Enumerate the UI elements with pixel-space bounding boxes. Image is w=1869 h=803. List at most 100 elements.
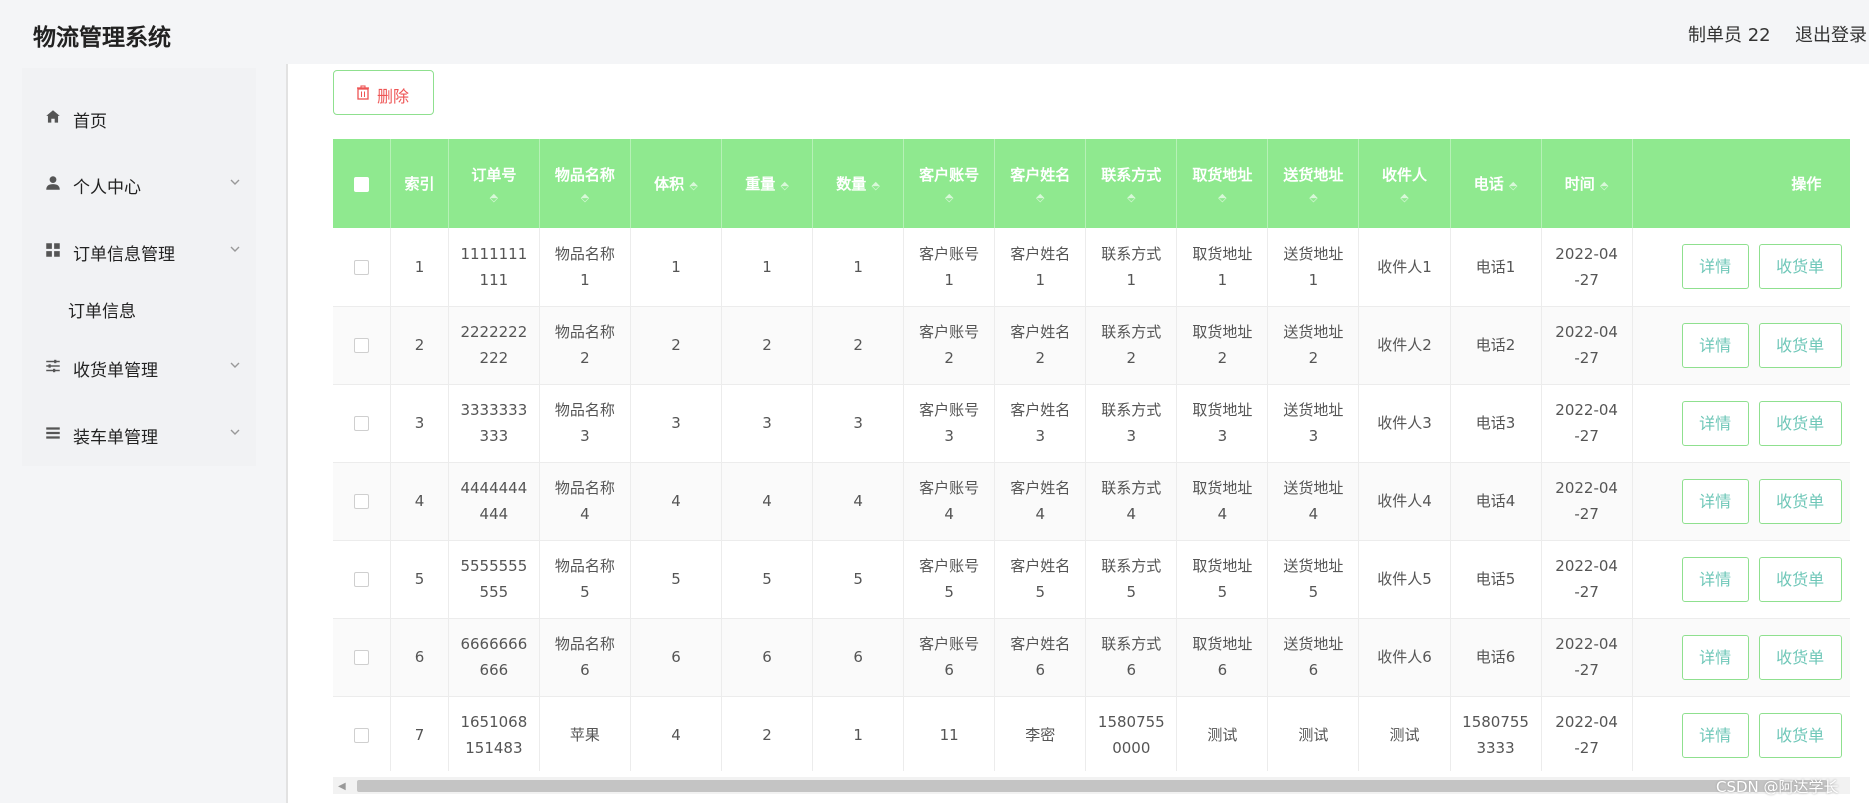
row-checkbox[interactable] bbox=[354, 572, 370, 587]
sort-icon[interactable]: ⬘ bbox=[904, 191, 994, 204]
sidebar-item-receipt-management[interactable]: 收货单管理 bbox=[22, 342, 256, 392]
cell-phone: 电话3 bbox=[1450, 384, 1542, 463]
delete-button[interactable]: 删除 bbox=[333, 70, 434, 115]
column-header[interactable]: 送货地址 ⬘ bbox=[1267, 139, 1360, 228]
receipt-button[interactable]: 收货单 bbox=[1758, 712, 1842, 758]
cell-text-line: 5 bbox=[944, 583, 954, 601]
sort-icon[interactable]: ⬘ bbox=[540, 191, 630, 204]
column-header[interactable]: 重量 ⬘ bbox=[721, 139, 814, 228]
row-select-cell bbox=[333, 618, 392, 697]
row-checkbox[interactable] bbox=[354, 259, 370, 275]
detail-button[interactable]: 详情 bbox=[1681, 712, 1749, 758]
receipt-button[interactable]: 收货单 bbox=[1758, 478, 1842, 524]
sort-icon[interactable]: ⬘ bbox=[1268, 191, 1358, 204]
table-row: 5 5555555 555 物品名称 5 5 5 5 客户账号 5 客户姓名 5 联系方式 5 取货地址 5 送… bbox=[333, 540, 1850, 619]
column-header[interactable]: 收件人 ⬘ bbox=[1358, 139, 1451, 228]
sort-icon[interactable]: ⬘ bbox=[872, 179, 880, 192]
receipt-button[interactable]: 收货单 bbox=[1758, 322, 1842, 368]
sidebar-item-personal-center[interactable]: 个人中心 bbox=[22, 159, 256, 209]
cell-text-line: 2 bbox=[1126, 349, 1137, 367]
sort-icon[interactable]: ⬘ bbox=[1359, 191, 1449, 204]
cell-text-line: 444 bbox=[479, 505, 509, 523]
sidebar-item-home[interactable]: 首页 bbox=[22, 93, 256, 143]
column-header[interactable]: 物品名称 ⬘ bbox=[539, 139, 631, 228]
row-checkbox[interactable] bbox=[354, 650, 370, 665]
cell-text-line: 4 bbox=[580, 505, 590, 523]
cell-volume: 3 bbox=[630, 384, 723, 463]
table-row: 3 3333333 333 物品名称 3 3 3 3 客户账号 3 客户姓名 3 联系方式 3 取货地址 3 送… bbox=[333, 384, 1850, 463]
logout-link[interactable]: 退出登录 bbox=[1795, 21, 1867, 47]
column-header[interactable]: 客户账号 ⬘ bbox=[903, 139, 996, 228]
column-header[interactable]: 取货地址 ⬘ bbox=[1176, 139, 1269, 228]
cell-text-line: 1 bbox=[1217, 270, 1228, 289]
sort-icon[interactable]: ⬘ bbox=[689, 179, 697, 192]
cell-index: 3 bbox=[390, 384, 449, 463]
delete-button-label: 删除 bbox=[377, 87, 410, 106]
cell-contact: 联系方式 3 bbox=[1085, 384, 1178, 463]
sort-icon[interactable]: ⬘ bbox=[780, 179, 788, 192]
cell-text-line: 2022-04 bbox=[1555, 244, 1618, 263]
home-icon bbox=[46, 110, 60, 123]
receipt-button[interactable]: 收货单 bbox=[1758, 244, 1842, 290]
column-header[interactable]: 时间 ⬘ bbox=[1541, 139, 1633, 228]
receipt-button[interactable]: 收货单 bbox=[1758, 634, 1842, 680]
cell-customer: 客户姓名 4 bbox=[994, 462, 1087, 541]
cell-text-line: 客户姓名 bbox=[1010, 401, 1071, 419]
horizontal-scrollbar[interactable]: ◀ bbox=[333, 777, 1850, 794]
detail-button[interactable]: 详情 bbox=[1681, 244, 1749, 290]
cell-pickup: 测试 bbox=[1176, 696, 1269, 771]
cell-pickup: 取货地址 1 bbox=[1176, 228, 1269, 307]
sort-icon[interactable]: ⬘ bbox=[1509, 179, 1517, 192]
row-checkbox[interactable] bbox=[354, 416, 370, 431]
receipt-button[interactable]: 收货单 bbox=[1758, 400, 1842, 446]
sidebar-item-label: 首页 bbox=[73, 112, 107, 132]
cell-order-no: 4444444 444 bbox=[448, 462, 540, 541]
cell-quantity: 3 bbox=[812, 384, 905, 463]
cell-text-line: 1651068 bbox=[460, 713, 528, 731]
select-all-checkbox[interactable] bbox=[354, 176, 370, 192]
cell-text-line: 3 bbox=[1217, 427, 1228, 445]
cell-text-line: -27 bbox=[1574, 583, 1599, 601]
sort-icon[interactable]: ⬘ bbox=[449, 191, 539, 204]
cell-text-line: 苹果 bbox=[569, 726, 600, 744]
row-checkbox[interactable] bbox=[354, 494, 370, 509]
scroll-left-arrow-icon[interactable]: ◀ bbox=[338, 781, 346, 792]
row-checkbox[interactable] bbox=[354, 338, 370, 353]
cell-phone: 电话4 bbox=[1450, 462, 1542, 541]
column-header[interactable]: 联系方式 ⬘ bbox=[1085, 139, 1178, 228]
detail-button[interactable]: 详情 bbox=[1681, 478, 1749, 524]
cell-item-name: 苹果 bbox=[539, 696, 631, 771]
column-header[interactable]: 数量 ⬘ bbox=[812, 139, 905, 228]
column-header[interactable]: 索引 bbox=[390, 139, 449, 228]
column-header[interactable]: 体积 ⬘ bbox=[630, 139, 723, 228]
detail-button[interactable]: 详情 bbox=[1681, 400, 1749, 446]
cell-delivery: 送货地址 3 bbox=[1267, 384, 1360, 463]
cell-text-line: 4 bbox=[1308, 505, 1319, 523]
cell-weight: 6 bbox=[721, 618, 814, 697]
column-header[interactable]: 订单号 ⬘ bbox=[448, 139, 540, 228]
receipt-button[interactable]: 收货单 bbox=[1758, 556, 1842, 602]
cell-text-line: 李密 bbox=[1025, 726, 1056, 744]
sort-icon[interactable]: ⬘ bbox=[1177, 191, 1267, 204]
trash-icon bbox=[357, 85, 369, 100]
detail-button[interactable]: 详情 bbox=[1681, 322, 1749, 368]
detail-button[interactable]: 详情 bbox=[1681, 634, 1749, 680]
scrollbar-thumb[interactable] bbox=[357, 780, 1827, 792]
sidebar-subitem-order-info[interactable]: 订单信息 bbox=[68, 297, 136, 322]
sort-icon[interactable]: ⬘ bbox=[1600, 179, 1608, 192]
cell-item-name: 物品名称 5 bbox=[539, 540, 631, 619]
row-checkbox[interactable] bbox=[354, 728, 370, 743]
column-header[interactable]: 电话 ⬘ bbox=[1450, 139, 1542, 228]
sort-icon[interactable]: ⬘ bbox=[1086, 191, 1176, 204]
detail-button[interactable]: 详情 bbox=[1681, 556, 1749, 602]
cell-time: 2022-04 -27 bbox=[1541, 228, 1633, 307]
column-header-actions: 操作 bbox=[1632, 139, 1850, 228]
sidebar-item-label: 个人中心 bbox=[73, 178, 141, 198]
sidebar-item-loading-management[interactable]: 装车单管理 bbox=[22, 409, 256, 459]
cell-actions: 详情 收货单 bbox=[1632, 228, 1850, 307]
sidebar-item-order-management[interactable]: 订单信息管理 bbox=[22, 226, 256, 276]
sort-icon[interactable]: ⬘ bbox=[995, 191, 1085, 204]
cell-pickup: 取货地址 4 bbox=[1176, 462, 1269, 541]
row-select-cell bbox=[333, 384, 392, 463]
column-header[interactable]: 客户姓名 ⬘ bbox=[994, 139, 1087, 228]
